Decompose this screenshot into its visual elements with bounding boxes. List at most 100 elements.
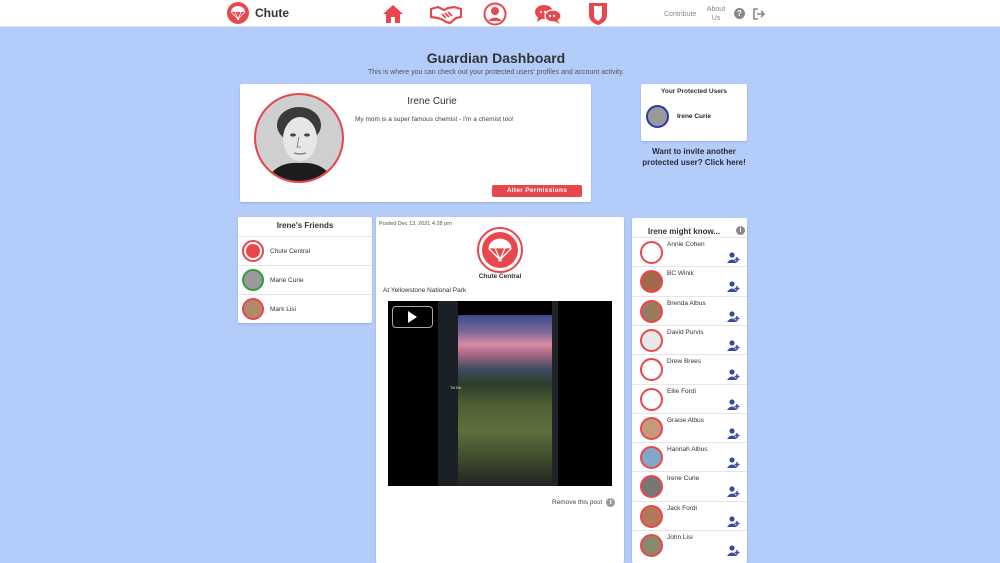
avatar (646, 105, 669, 128)
invite-protected-user-link[interactable]: Want to invite another protected user? C… (634, 146, 754, 168)
remove-post-label: Remove this post (552, 499, 603, 506)
brand-logo[interactable]: Chute (227, 2, 289, 24)
suggestion-name[interactable]: BC Winik (667, 270, 694, 277)
home-icon[interactable] (382, 3, 404, 25)
add-friend-icon[interactable] (727, 310, 740, 322)
avatar[interactable] (640, 387, 663, 411)
post-timestamp: Posted Dec 13, 2021 4:28 pm (379, 221, 452, 227)
suggestion-item: Brenda Albus (632, 295, 747, 325)
suggestion-item: Jack Fordi (632, 500, 747, 530)
suggestion-name[interactable]: Brenda Albus (667, 300, 706, 307)
info-icon[interactable]: i (736, 226, 745, 235)
alter-permissions-button[interactable]: Alter Permissions (492, 185, 582, 197)
protected-user-item[interactable]: Irene Curie (646, 105, 711, 128)
suggestion-item: David Purvis (632, 324, 747, 354)
post-video[interactable]: TikTok (388, 301, 612, 486)
friend-item[interactable]: Chute Central (238, 236, 372, 265)
avatar[interactable] (640, 270, 663, 294)
avatar[interactable] (640, 328, 663, 352)
messages-icon[interactable] (534, 3, 562, 25)
page-title: Guardian Dashboard (426, 50, 566, 66)
friend-name: Mark Lisi (270, 305, 297, 313)
avatar (242, 298, 264, 320)
add-friend-icon[interactable] (727, 545, 740, 556)
suggestion-item: Irene Curie (632, 471, 747, 500)
suggestion-name[interactable]: Hannah Albus (667, 446, 707, 453)
post-author-name[interactable]: Chute Central (376, 273, 624, 280)
post-card: Posted Dec 13, 2021 4:28 pm Chute Centra… (376, 217, 624, 563)
suggestion-name[interactable]: David Purvis (667, 329, 703, 336)
video-window-frame (438, 301, 458, 486)
friend-name: Marie Curie (270, 276, 304, 284)
add-friend-icon[interactable] (727, 457, 740, 469)
brand-name: Chute (255, 6, 289, 20)
about-us-link[interactable]: About Us (704, 5, 728, 23)
avatar[interactable] (640, 534, 663, 557)
profile-name: Irene Curie (407, 96, 457, 107)
avatar[interactable] (640, 504, 663, 528)
video-frame (448, 315, 552, 486)
suggestion-name[interactable]: Irene Curie (667, 475, 699, 482)
suggestion-item: Drew Brees (632, 354, 747, 383)
parachute-logo-icon (227, 2, 249, 24)
suggestions-card: Irene might know... i Annie Cohen BC Wini… (632, 218, 747, 563)
video-watermark: TikTok (450, 385, 462, 390)
avatar (242, 269, 264, 291)
help-icon[interactable]: ? (734, 8, 745, 19)
suggestion-item: Annie Cohen (632, 237, 747, 266)
suggestion-item: Ellie Fordi (632, 383, 747, 413)
friend-name: Chute Central (270, 247, 311, 255)
protected-users-title: Your Protected Users (661, 88, 727, 95)
suggestion-item: BC Winik (632, 266, 747, 295)
page-subtitle: This is where you can check out your pro… (367, 69, 625, 76)
suggestion-item: Gracie Albus (632, 412, 747, 442)
add-friend-icon[interactable] (727, 252, 740, 263)
friends-card: Irene's Friends Chute Central Marie Curi… (238, 217, 372, 323)
add-friend-icon[interactable] (727, 398, 740, 410)
suggestion-name[interactable]: Annie Cohen (667, 241, 705, 248)
protected-users-card: Your Protected Users Irene Curie (641, 84, 747, 141)
add-friend-icon[interactable] (727, 369, 740, 381)
suggestion-name[interactable]: Jack Fordi (667, 505, 697, 512)
parachute-icon (482, 232, 518, 268)
friend-item[interactable]: Marie Curie (238, 265, 372, 294)
protected-user-name: Irene Curie (677, 113, 711, 120)
post-author-avatar[interactable] (477, 227, 523, 273)
suggestion-item: Hannah Albus (632, 442, 747, 471)
avatar[interactable] (640, 358, 663, 382)
video-window-frame (552, 301, 558, 486)
suggestion-name[interactable]: John Lisi (667, 534, 693, 541)
avatar[interactable] (640, 446, 663, 470)
profile-card: Irene Curie My mom is a super famous che… (240, 84, 591, 202)
friend-item[interactable]: Mark Lisi (238, 294, 372, 323)
suggestion-item: John Lisi (632, 530, 747, 559)
suggestions-title: Irene might know... (647, 227, 721, 236)
post-location: At Yellowstone National Park (383, 287, 467, 294)
add-friend-icon[interactable] (727, 340, 740, 351)
info-icon: i (606, 498, 616, 507)
parachute-icon (246, 244, 260, 258)
contribute-link[interactable]: Contribute (664, 10, 696, 19)
avatar[interactable] (640, 475, 663, 499)
top-navbar: Chute Contribute About Us ? (0, 0, 1000, 27)
add-friend-icon[interactable] (727, 486, 740, 498)
avatar (242, 240, 264, 262)
shield-icon[interactable] (588, 2, 608, 26)
profile-icon[interactable] (483, 2, 507, 26)
suggestion-name[interactable]: Ellie Fordi (667, 388, 696, 395)
avatar[interactable] (640, 241, 663, 264)
add-friend-icon[interactable] (727, 428, 740, 439)
play-icon[interactable] (392, 306, 433, 328)
remove-post-button[interactable]: Remove this post i (552, 498, 616, 507)
friends-title: Irene's Friends (276, 221, 334, 230)
add-friend-icon[interactable] (727, 281, 740, 293)
avatar[interactable] (640, 416, 663, 440)
avatar[interactable] (640, 299, 663, 323)
suggestion-name[interactable]: Gracie Albus (667, 417, 704, 424)
handshake-icon[interactable] (430, 3, 462, 25)
add-friend-icon[interactable] (727, 516, 740, 527)
profile-bio: My mom is a super famous chemist - I'm a… (355, 116, 514, 123)
suggestion-name[interactable]: Drew Brees (667, 358, 701, 365)
logout-icon[interactable] (753, 8, 766, 20)
profile-avatar (254, 93, 344, 183)
